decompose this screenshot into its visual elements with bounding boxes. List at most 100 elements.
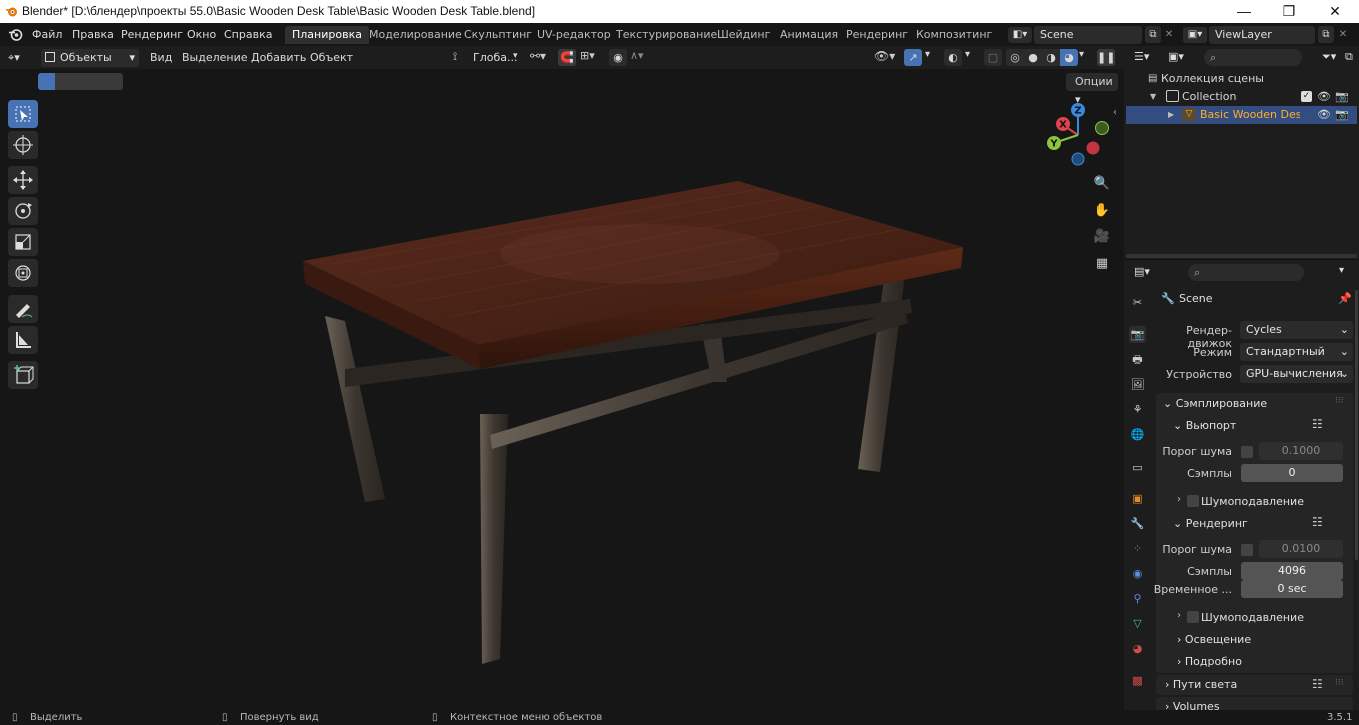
wireframe-shading-icon[interactable]: ◎ <box>1006 49 1024 66</box>
viewport-denoise-label[interactable]: Шумоподавление <box>1201 495 1304 508</box>
drag-handle-icon[interactable]: ⁝⁝⁝ <box>1335 678 1344 688</box>
viewport-noise-threshold-field[interactable]: 0.1000 <box>1259 442 1343 460</box>
solid-shading-icon[interactable]: ● <box>1024 49 1042 66</box>
viewport-denoise-checkbox[interactable] <box>1187 495 1199 507</box>
maximize-button[interactable]: ❐ <box>1266 0 1312 23</box>
menu-add[interactable]: Добавить <box>251 51 306 64</box>
render-noise-threshold-field[interactable]: 0.0100 <box>1259 540 1343 558</box>
tab-modeling[interactable]: Моделирование <box>362 26 469 44</box>
viewlayer-name-field[interactable]: ViewLayer <box>1209 26 1315 44</box>
light-paths-header[interactable]: › Пути света <box>1165 678 1237 691</box>
eye-icon[interactable]: 👁 <box>1317 106 1331 124</box>
display-mode-icon[interactable]: ▣▾ <box>1168 50 1184 63</box>
new-viewlayer-icon[interactable]: ⧉ <box>1318 26 1334 43</box>
world-tab-icon[interactable]: 🌐 <box>1129 426 1146 443</box>
object-tab-icon[interactable]: ▣ <box>1129 490 1146 507</box>
chevron-down-icon[interactable]: ▾ <box>1079 49 1084 60</box>
outliner-scrollbar[interactable] <box>1126 254 1357 258</box>
snap-target-icon[interactable]: ⊞▾ <box>580 49 595 62</box>
properties-scrollbar[interactable] <box>1355 290 1358 560</box>
volumes-panel[interactable]: › Volumes <box>1156 697 1353 710</box>
viewport-samples-field[interactable]: 0 <box>1241 464 1343 482</box>
blender-menu-icon[interactable] <box>8 27 23 42</box>
presets-list-icon[interactable]: ☷ <box>1312 417 1323 431</box>
proportional-editing-icon[interactable]: ◉ <box>609 49 627 66</box>
snap-icon[interactable]: 🧲 <box>558 49 576 66</box>
expand-down-icon[interactable]: ▼ <box>1150 88 1156 106</box>
zoom-icon[interactable]: 🔍 <box>1093 176 1111 194</box>
navigation-gizmo[interactable]: Z X Y <box>1040 99 1114 171</box>
viewlayer-browse-icon[interactable]: ▣▾ <box>1183 27 1207 43</box>
collection-tab-icon[interactable]: ▭ <box>1129 459 1146 476</box>
tab-layout[interactable]: Планировка <box>285 26 369 44</box>
overlays-icon[interactable]: ◐ <box>944 49 962 66</box>
tab-animation[interactable]: Анимация <box>773 26 845 44</box>
modifier-tab-icon[interactable]: 🔧 <box>1129 515 1146 532</box>
3d-viewport[interactable]: Опции ▾ Z X Y 🔍 ✋ 🎥 ▦ ‹ <box>0 69 1124 710</box>
tool-tab-icon[interactable]: ✂ <box>1129 294 1146 311</box>
presets-list-icon[interactable]: ☷ <box>1312 515 1323 529</box>
falloff-icon[interactable]: ∧▾ <box>630 49 644 62</box>
tab-rendering[interactable]: Рендеринг <box>839 26 915 44</box>
menu-select[interactable]: Выделение <box>182 51 248 64</box>
menu-object[interactable]: Объект <box>310 51 353 64</box>
constraints-tab-icon[interactable]: ⚲ <box>1129 590 1146 607</box>
tab-uv-editing[interactable]: UV-редактор <box>530 26 618 44</box>
render-denoise-checkbox[interactable] <box>1187 611 1199 623</box>
feature-set-dropdown[interactable]: Стандартный ⌄ <box>1240 343 1353 361</box>
menu-help[interactable]: Справка <box>224 28 272 41</box>
presets-list-icon[interactable]: ☷ <box>1312 677 1323 691</box>
exclude-checkbox-icon[interactable]: ✓ <box>1301 91 1312 102</box>
chevron-down-icon[interactable]: ▾ <box>965 49 970 60</box>
outliner-scene-collection[interactable]: ▤ Коллекция сцены <box>1126 70 1357 88</box>
scene-browse-icon[interactable]: ◧▾ <box>1008 27 1032 43</box>
perspective-grid-icon[interactable]: ▦ <box>1093 256 1111 274</box>
tab-compositing[interactable]: Композитинг <box>909 26 999 44</box>
menu-render[interactable]: Рендеринг <box>121 28 183 41</box>
particles-tab-icon[interactable]: ⁘ <box>1129 540 1146 557</box>
render-tab-icon[interactable]: 📷 <box>1129 326 1146 343</box>
lighting-subpanel[interactable]: › Освещение <box>1177 633 1251 646</box>
material-tab-icon[interactable]: ◕ <box>1129 640 1146 657</box>
tab-texture-paint[interactable]: Текстурирование <box>609 26 724 44</box>
sampling-panel-header[interactable]: ⌄ Сэмплирование <box>1163 397 1267 410</box>
eye-icon[interactable]: 👁 <box>1317 88 1331 106</box>
noise-threshold-checkbox[interactable] <box>1241 446 1253 458</box>
time-limit-field[interactable]: 0 sec <box>1241 580 1343 598</box>
expand-right-icon[interactable]: ▶ <box>1168 106 1174 124</box>
scene-tab-icon[interactable]: ⚘ <box>1129 401 1146 418</box>
new-scene-icon[interactable]: ⧉ <box>1145 26 1161 43</box>
render-samples-field[interactable]: 4096 <box>1241 562 1343 580</box>
properties-search-input[interactable]: ⌕ <box>1188 264 1304 281</box>
minimize-button[interactable]: — <box>1221 0 1267 23</box>
rendered-shading-icon[interactable]: ◕ <box>1060 49 1078 66</box>
pivot-point-icon[interactable]: ⚯▾ <box>530 49 546 63</box>
render-subpanel-header[interactable]: ⌄ Рендеринг <box>1173 517 1248 530</box>
texture-tab-icon[interactable]: ▩ <box>1129 672 1146 689</box>
sidebar-toggle-icon[interactable]: ‹ <box>1113 107 1117 118</box>
material-shading-icon[interactable]: ◑ <box>1042 49 1060 66</box>
properties-editor-icon[interactable]: ▤▾ <box>1134 265 1150 278</box>
expand-right-icon[interactable]: › <box>1177 610 1181 621</box>
advanced-subpanel[interactable]: › Подробно <box>1177 655 1242 668</box>
menu-file[interactable]: Файл <box>32 28 62 41</box>
scene-name-field[interactable]: Scene <box>1034 26 1142 44</box>
menu-edit[interactable]: Правка <box>72 28 114 41</box>
menu-view[interactable]: Вид <box>150 51 172 64</box>
visibility-icon[interactable]: 👁▾ <box>874 49 895 63</box>
viewport-subpanel-header[interactable]: ⌄ Вьюпорт <box>1173 419 1236 432</box>
expand-right-icon[interactable]: › <box>1177 494 1181 505</box>
device-dropdown[interactable]: GPU-вычисления ⌄ <box>1240 365 1353 383</box>
tab-sculpting[interactable]: Скульптинг <box>457 26 539 44</box>
data-tab-icon[interactable]: ▽ <box>1129 615 1146 632</box>
pin-icon[interactable]: 📌 <box>1338 292 1352 305</box>
pause-render-icon[interactable]: ❚❚ <box>1097 49 1115 66</box>
close-button[interactable]: ✕ <box>1312 0 1358 23</box>
outliner-collection-row[interactable]: ▼ Collection ✓ 👁 📷 <box>1126 88 1357 106</box>
show-gizmo-icon[interactable]: ↗ <box>904 49 922 66</box>
delete-viewlayer-icon[interactable]: ✕ <box>1337 26 1349 43</box>
camera-view-icon[interactable]: 🎥 <box>1093 229 1111 247</box>
transform-orientation-dropdown[interactable]: Глоба... <box>473 51 517 64</box>
editor-type-icon[interactable]: ⌖▾ <box>8 49 36 66</box>
tab-shading[interactable]: Шейдинг <box>710 26 777 44</box>
